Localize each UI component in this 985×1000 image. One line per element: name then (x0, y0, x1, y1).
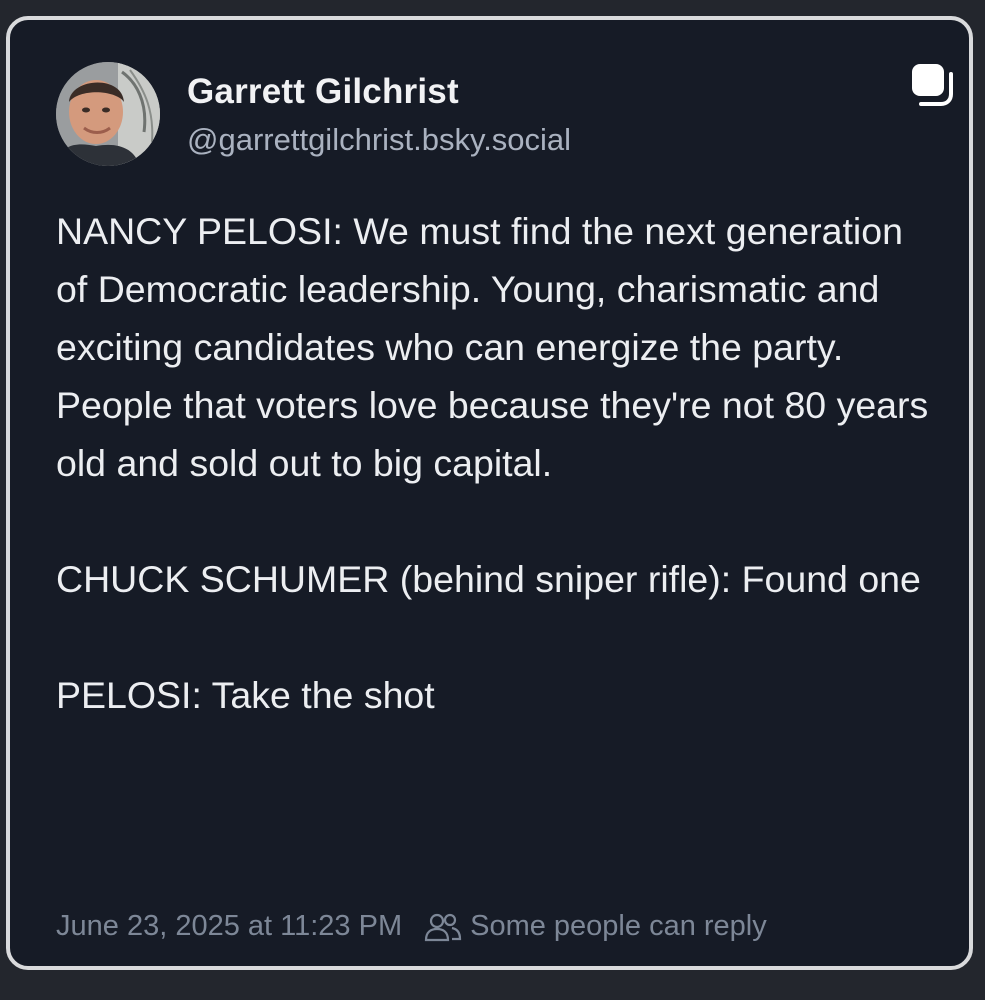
avatar-photo (56, 62, 160, 166)
post-body-text: NANCY PELOSI: We must find the next gene… (56, 210, 929, 716)
screenshot-frame: Garrett Gilchrist @garrettgilchrist.bsky… (0, 0, 985, 1000)
avatar[interactable] (56, 62, 160, 166)
author-handle[interactable]: @garrettgilchrist.bsky.social (187, 122, 571, 158)
copy-squares-icon (904, 54, 960, 110)
author-name[interactable]: Garrett Gilchrist (187, 72, 459, 112)
people-icon (424, 912, 462, 942)
post-footer: June 23, 2025 at 11:23 PM Some people ca… (56, 910, 767, 943)
reply-setting[interactable]: Some people can reply (470, 910, 767, 943)
post-card[interactable]: Garrett Gilchrist @garrettgilchrist.bsky… (6, 16, 973, 970)
post-timestamp[interactable]: June 23, 2025 at 11:23 PM (56, 910, 402, 943)
